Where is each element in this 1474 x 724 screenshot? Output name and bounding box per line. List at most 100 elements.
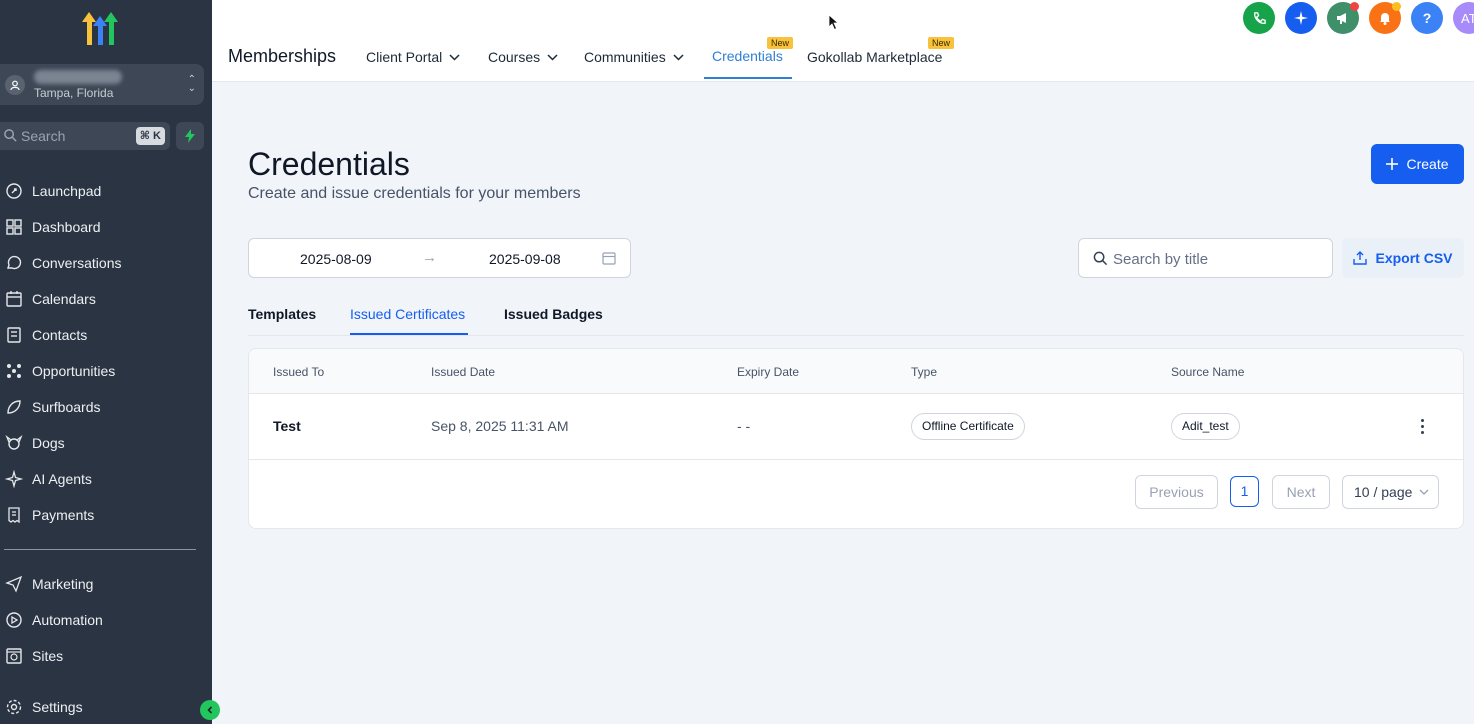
subtabs-divider: [248, 335, 1464, 336]
app-logo-icon[interactable]: [78, 8, 122, 48]
arrow-right-icon: →: [422, 249, 437, 266]
sidebar-item-opportunities[interactable]: Opportunities: [0, 356, 210, 386]
tab-client-portal[interactable]: Client Portal: [366, 49, 460, 65]
sidebar-item-label: Dashboard: [32, 219, 101, 235]
search-by-title[interactable]: [1078, 238, 1333, 278]
type-badge: Offline Certificate: [911, 413, 1025, 440]
source-name-badge: Adit_test: [1171, 413, 1240, 440]
notifications-button[interactable]: [1369, 2, 1401, 34]
page-1-button[interactable]: 1: [1230, 476, 1259, 507]
sidebar-collapse-button[interactable]: [200, 700, 220, 720]
notification-dot: [1392, 2, 1401, 11]
chevron-left-icon: [207, 706, 213, 714]
export-csv-label: Export CSV: [1375, 250, 1453, 266]
help-icon: ?: [1422, 10, 1432, 26]
create-button-label: Create: [1406, 156, 1449, 172]
sidebar-item-dogs[interactable]: Dogs: [0, 428, 210, 458]
automation-icon: [6, 612, 22, 628]
search-input[interactable]: [1113, 247, 1323, 271]
date-end[interactable]: 2025-09-08: [489, 251, 561, 267]
dashboard-icon: [6, 219, 22, 235]
ai-assistant-button[interactable]: [1285, 2, 1317, 34]
tab-issued-badges[interactable]: Issued Badges: [504, 306, 603, 322]
top-navigation: Memberships Client Portal Courses Commun…: [212, 0, 1474, 82]
sidebar-item-marketing[interactable]: Marketing: [0, 569, 210, 599]
sparkle-icon: [5, 470, 23, 488]
contacts-icon: [7, 327, 21, 343]
tab-label: Courses: [488, 49, 541, 65]
row-actions-menu-icon[interactable]: [1413, 414, 1431, 438]
date-start[interactable]: 2025-08-09: [300, 251, 372, 267]
next-page-button[interactable]: Next: [1272, 475, 1330, 509]
account-location: Tampa, Florida: [34, 86, 114, 100]
phone-button[interactable]: [1243, 2, 1275, 34]
tab-courses[interactable]: Courses: [488, 49, 558, 65]
sidebar-item-conversations[interactable]: Conversations: [0, 248, 210, 278]
sidebar-item-label: Settings: [32, 699, 83, 715]
sidebar: Tampa, Florida ⌃ ⌄ Search ⌘ K Launchpad D…: [0, 0, 212, 724]
tab-communities[interactable]: Communities: [584, 49, 684, 65]
help-button[interactable]: ?: [1411, 2, 1443, 34]
sidebar-search-placeholder: Search: [21, 128, 66, 144]
sidebar-item-payments[interactable]: Payments: [0, 500, 210, 530]
globe-icon: [6, 648, 22, 664]
sidebar-item-label: AI Agents: [32, 471, 92, 487]
app-title: Memberships: [228, 46, 337, 66]
new-badge: New: [767, 37, 794, 49]
active-tab-indicator: [704, 77, 792, 79]
create-button[interactable]: Create: [1371, 144, 1464, 184]
opportunities-icon: [7, 364, 21, 378]
column-header-issued-date: Issued Date: [431, 365, 496, 379]
chevron-updown-icon: ⌃ ⌄: [187, 74, 196, 94]
sidebar-item-automation[interactable]: Automation: [0, 605, 210, 635]
sidebar-item-label: Calendars: [32, 291, 96, 307]
chevron-down-icon: [673, 53, 684, 61]
sidebar-item-sites[interactable]: Sites: [0, 641, 210, 671]
sidebar-item-dashboard[interactable]: Dashboard: [0, 212, 210, 242]
sidebar-divider: [4, 549, 196, 550]
search-shortcut: ⌘ K: [135, 127, 165, 145]
sidebar-item-contacts[interactable]: Contacts: [0, 320, 210, 350]
date-range-picker[interactable]: 2025-08-09 → 2025-09-08: [248, 238, 631, 278]
avatar[interactable]: AT: [1453, 2, 1474, 34]
page-size-value: 10 / page: [1354, 484, 1413, 500]
receipt-icon: [8, 507, 20, 524]
tab-credentials[interactable]: Credentials: [712, 48, 783, 64]
cell-issued-to: Test: [273, 418, 301, 434]
account-switcher[interactable]: Tampa, Florida ⌃ ⌄: [0, 64, 204, 105]
send-icon: [5, 575, 23, 593]
sidebar-item-launchpad[interactable]: Launchpad: [0, 176, 210, 206]
avatar-initials: AT: [1461, 10, 1474, 26]
quick-action-button[interactable]: [176, 122, 204, 150]
gear-icon: [6, 699, 22, 715]
tab-label: Credentials: [712, 48, 783, 64]
sidebar-search[interactable]: Search ⌘ K: [0, 122, 170, 150]
previous-page-button[interactable]: Previous: [1135, 475, 1218, 509]
sidebar-item-label: Marketing: [32, 576, 94, 592]
table-header: Issued To Issued Date Expiry Date Type S…: [249, 349, 1463, 394]
cell-expiry-date: - -: [737, 418, 751, 434]
sidebar-item-ai-agents[interactable]: AI Agents: [0, 464, 210, 494]
sidebar-item-label: Automation: [32, 612, 103, 628]
tab-templates[interactable]: Templates: [248, 306, 316, 322]
sidebar-item-label: Surfboards: [32, 399, 101, 415]
table-row[interactable]: Test Sep 8, 2025 11:31 AM - - Offline Ce…: [249, 394, 1463, 460]
page-size-select[interactable]: 10 / page: [1342, 475, 1439, 509]
tab-gokollab-marketplace[interactable]: Gokollab Marketplace: [807, 49, 942, 65]
page-title: Credentials: [248, 146, 410, 182]
export-csv-button[interactable]: Export CSV: [1342, 238, 1464, 278]
sidebar-item-calendars[interactable]: Calendars: [0, 284, 210, 314]
megaphone-icon: [1337, 13, 1346, 24]
tab-label: Client Portal: [366, 49, 443, 65]
tab-label: Gokollab Marketplace: [807, 49, 943, 65]
sidebar-item-settings[interactable]: Settings: [0, 692, 210, 722]
upload-icon: [1353, 251, 1368, 265]
sidebar-item-surfboards[interactable]: Surfboards: [0, 392, 210, 422]
column-header-source-name: Source Name: [1171, 365, 1245, 379]
page-subtitle: Create and issue credentials for your me…: [248, 185, 581, 202]
announcements-button[interactable]: [1327, 2, 1359, 34]
chevron-down-icon: [547, 53, 558, 61]
column-header-issued-to: Issued To: [273, 365, 325, 379]
tab-issued-certificates[interactable]: Issued Certificates: [350, 306, 465, 322]
search-icon: [4, 129, 17, 142]
